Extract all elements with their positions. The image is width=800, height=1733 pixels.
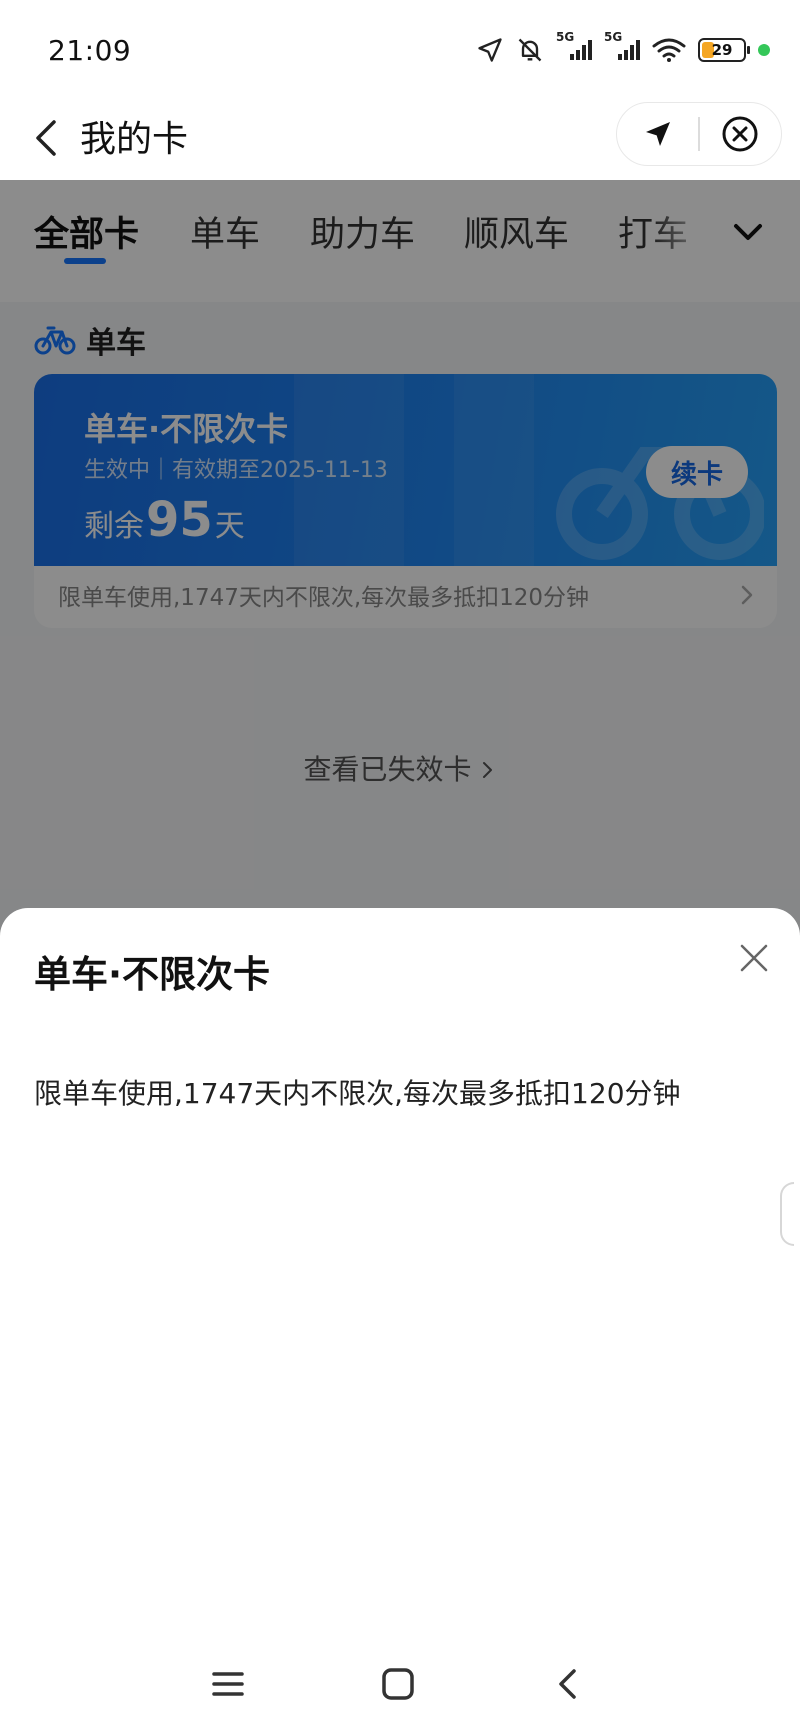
close-icon: [740, 944, 768, 972]
signal-5g-label: 5G: [556, 30, 575, 44]
wifi-icon: [652, 37, 686, 63]
bell-off-icon: [516, 36, 544, 64]
battery-level: 29: [711, 41, 733, 59]
navigation-icon: [645, 122, 670, 146]
close-miniprogram-button[interactable]: [700, 102, 781, 166]
card-detail-sheet: 单车·不限次卡 限单车使用,1747天内不限次,每次最多抵扣120分钟: [0, 908, 800, 1733]
signal-5g-icon: 5G: [604, 30, 640, 62]
system-back-button[interactable]: [538, 1654, 598, 1714]
back-button[interactable]: [26, 114, 70, 162]
location-arrow-icon: [476, 36, 504, 64]
status-time: 21:09: [48, 34, 132, 67]
menu-icon: [212, 1672, 244, 1696]
close-circle-icon: [722, 116, 758, 152]
status-bar: 21:09 5G 5G 29: [0, 0, 800, 96]
signal-5g-icon: 5G: [556, 30, 592, 62]
home-icon: [382, 1668, 414, 1700]
signal-5g-label: 5G: [604, 30, 623, 44]
privacy-indicator-dot: [758, 44, 770, 56]
battery-icon: 29: [698, 38, 750, 62]
system-nav-bar: [0, 1640, 800, 1733]
back-arrow-icon: [36, 120, 56, 156]
sheet-description: 限单车使用,1747天内不限次,每次最多抵扣120分钟: [34, 1077, 681, 1110]
recent-apps-button[interactable]: [198, 1654, 258, 1714]
mini-program-capsule: [616, 102, 782, 166]
status-icons: 5G 5G 29: [476, 30, 770, 64]
sheet-title: 单车·不限次卡: [34, 953, 271, 996]
home-button[interactable]: [368, 1654, 428, 1714]
back-icon: [559, 1669, 576, 1699]
side-drag-handle[interactable]: [780, 1182, 794, 1246]
page-title: 我的卡: [80, 119, 189, 160]
navigation-button[interactable]: [617, 102, 698, 166]
sheet-close-button[interactable]: [732, 936, 776, 980]
nav-header: 我的卡: [0, 96, 800, 180]
